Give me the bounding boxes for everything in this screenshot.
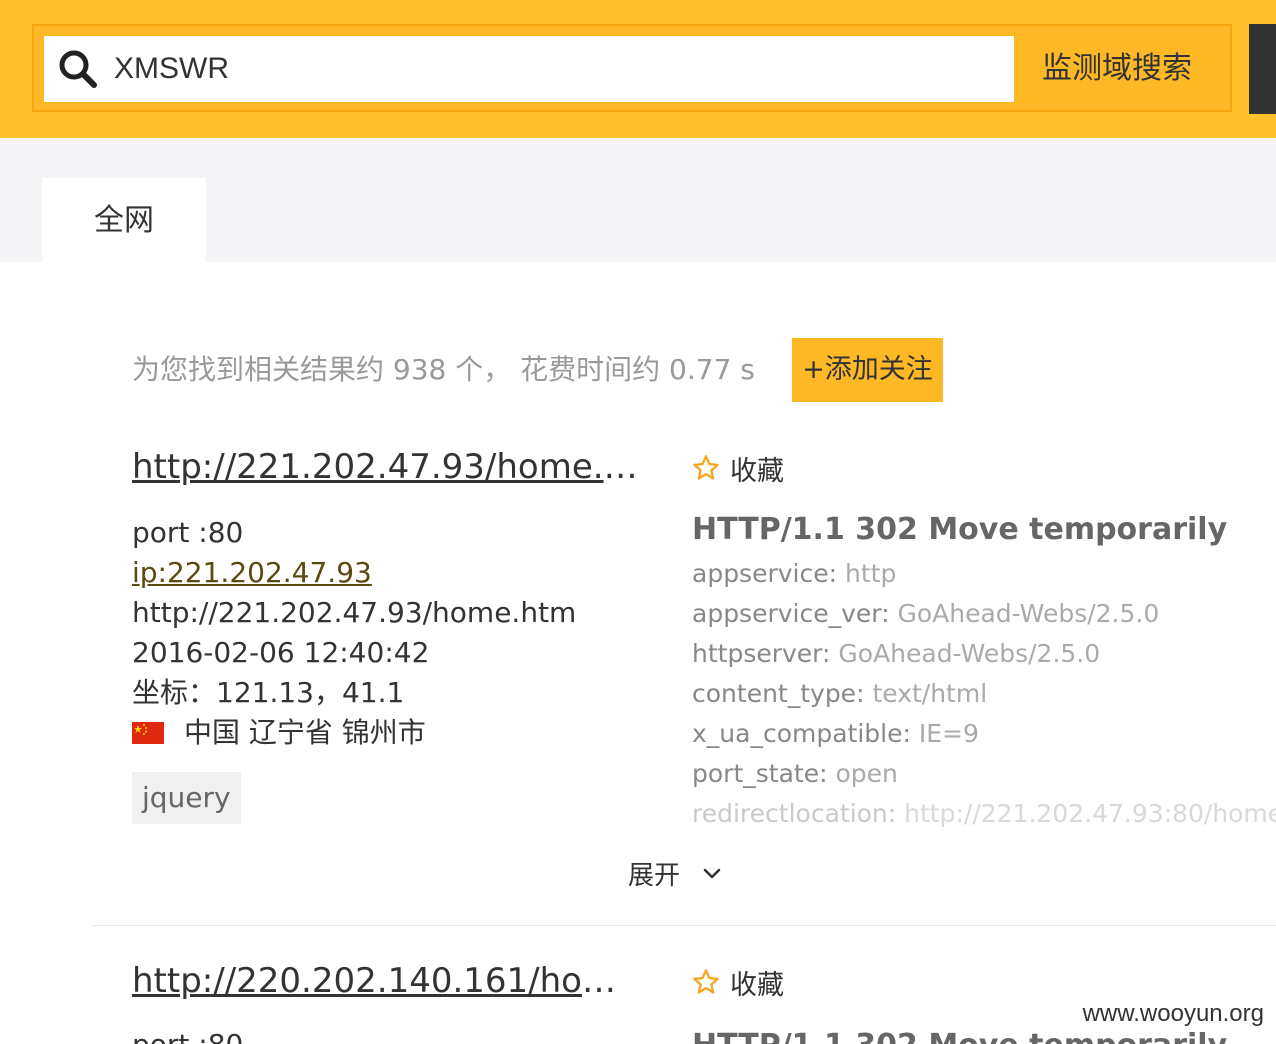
- field-value: open: [827, 759, 898, 788]
- location-text: 中国 辽宁省 锦州市: [184, 716, 426, 749]
- expand-toggle[interactable]: 展开: [628, 855, 722, 892]
- favorite-label: 收藏: [730, 969, 784, 1001]
- ip-link[interactable]: ip:221.202.47.93: [132, 556, 372, 589]
- field-key: httpserver:: [692, 639, 831, 668]
- result-summary: 为您找到相关结果约 938 个， 花费时间约 0.77 s: [132, 353, 755, 386]
- field-key: appservice:: [692, 559, 838, 588]
- port-text: port :80: [132, 1028, 243, 1044]
- field-redirect-location: redirectlocation: http://221.202.47.93:8…: [692, 794, 1276, 834]
- field-value: text/html: [864, 679, 988, 708]
- watermark: www.wooyun.org: [1080, 1000, 1266, 1028]
- search-button[interactable]: 监测域搜索: [1014, 36, 1220, 102]
- chevron-down-icon: [703, 868, 721, 878]
- favorite-button[interactable]: 收藏: [692, 451, 784, 487]
- result-divider: [92, 925, 1276, 926]
- http-status-line: HTTP/1.1 302 Move temporarily: [692, 1028, 1227, 1044]
- search-box[interactable]: [44, 36, 1014, 102]
- field-value: http://221.202.47.93:80/home.htm: [904, 799, 1276, 828]
- url-text: http://221.202.47.93/home.htm: [132, 596, 577, 629]
- field-x-ua-compatible: x_ua_compatible: IE=9: [692, 714, 1276, 754]
- tab-bar: 全网: [0, 138, 1276, 262]
- field-key: content_type:: [692, 679, 865, 708]
- field-value: http: [837, 559, 897, 588]
- search-input[interactable]: [114, 44, 994, 94]
- tab-all-network[interactable]: 全网: [42, 178, 206, 262]
- user-menu-edge[interactable]: [1249, 24, 1276, 114]
- port-text: port :80: [132, 516, 244, 549]
- field-appservice-ver: appservice_ver: GoAhead-Webs/2.5.0: [692, 594, 1276, 634]
- star-icon: [693, 455, 719, 480]
- field-key: redirectlocation:: [692, 799, 897, 828]
- search-bar: 监测域搜索: [32, 24, 1232, 112]
- expand-label: 展开: [628, 861, 681, 891]
- favorite-button[interactable]: 收藏: [692, 965, 784, 1001]
- result-title-link[interactable]: http://221.202.47.93/home.htm: [132, 447, 652, 487]
- field-key: port_state:: [692, 759, 828, 788]
- ip-row: ip:221.202.47.93: [132, 553, 652, 593]
- http-status-line: HTTP/1.1 302 Move temporarily: [692, 512, 1228, 547]
- header-bar: 监测域搜索: [0, 0, 1276, 138]
- field-value: GoAhead-Webs/2.5.0: [889, 599, 1160, 628]
- search-icon: [59, 50, 97, 88]
- field-value: GoAhead-Webs/2.5.0: [830, 639, 1101, 668]
- field-httpserver: httpserver: GoAhead-Webs/2.5.0: [692, 634, 1276, 674]
- field-content-type: content_type: text/html: [692, 674, 1276, 714]
- result-title-link[interactable]: http://220.202.140.161/home.htm: [132, 961, 642, 1001]
- datetime-text: 2016-02-06 12:40:42: [132, 636, 430, 669]
- field-value: IE=9: [910, 719, 979, 748]
- favorite-label: 收藏: [730, 455, 784, 487]
- tag-jquery[interactable]: jquery: [132, 772, 241, 824]
- star-icon: [693, 969, 719, 994]
- field-port-state: port_state: open: [692, 754, 1276, 794]
- field-key: appservice_ver:: [692, 599, 890, 628]
- china-flag-icon: [132, 722, 164, 744]
- add-follow-button[interactable]: +添加关注: [792, 338, 943, 402]
- field-appservice: appservice: http: [692, 554, 1276, 594]
- coordinates-text: 坐标：121.13，41.1: [132, 676, 405, 709]
- field-key: x_ua_compatible:: [692, 719, 911, 748]
